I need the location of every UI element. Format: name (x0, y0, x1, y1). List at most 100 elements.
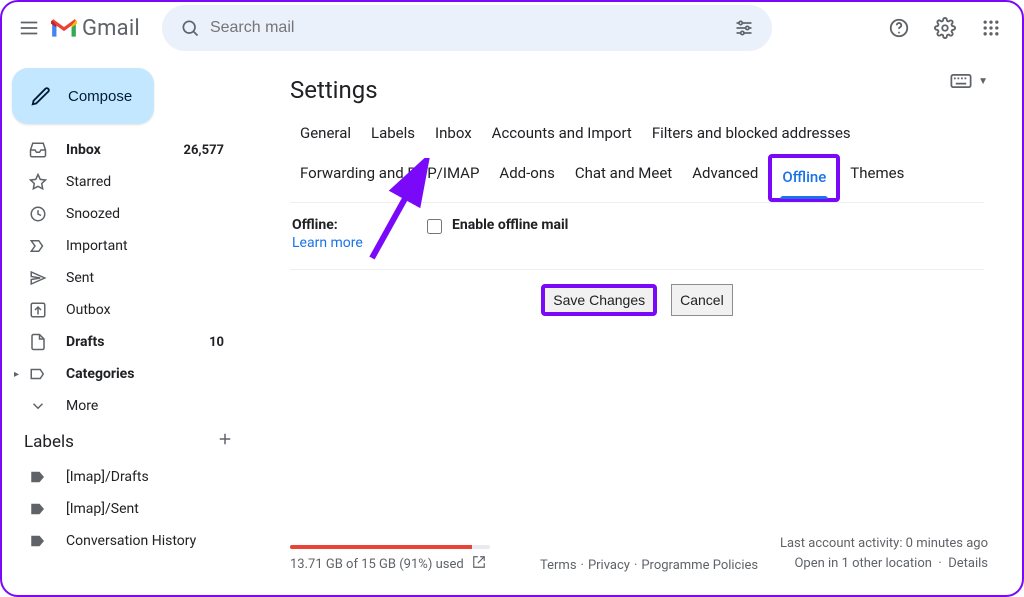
settings-tabs: GeneralLabelsInboxAccounts and ImportFil… (290, 114, 984, 203)
star-icon (28, 173, 48, 191)
sidebar-item-label: Starred (66, 174, 224, 190)
add-label-button[interactable] (216, 430, 234, 453)
tab-add-ons[interactable]: Add-ons (489, 154, 564, 202)
tab-offline[interactable]: Offline (768, 154, 840, 202)
activity-details-link[interactable]: Details (948, 556, 988, 571)
sidebar-item-count: 10 (209, 335, 224, 350)
category-icon (28, 365, 48, 383)
search-input[interactable] (210, 19, 724, 37)
footer-link-privacy[interactable]: Privacy (588, 558, 630, 573)
tab-labels[interactable]: Labels (361, 114, 425, 154)
inbox-icon (28, 141, 48, 159)
sidebar-item-label: Drafts (66, 334, 209, 350)
header-actions (878, 7, 1012, 49)
sidebar-item-count: 26,577 (184, 143, 225, 158)
app-header: Gmail (2, 2, 1022, 54)
sidebar-item-more[interactable]: More (2, 390, 242, 422)
tab-advanced[interactable]: Advanced (682, 154, 768, 202)
tab-general[interactable]: General (290, 114, 361, 154)
gmail-logo[interactable]: Gmail (50, 16, 140, 41)
pencil-icon (30, 85, 52, 107)
offline-section: Offline: Learn more Enable offline mail (290, 203, 984, 270)
sidebar-item-label: Snoozed (66, 206, 224, 222)
compose-button[interactable]: Compose (12, 68, 154, 124)
sidebar-item-inbox[interactable]: Inbox26,577 (2, 134, 242, 166)
label-item[interactable]: Conversation History (2, 525, 242, 557)
apps-grid-icon (981, 18, 1001, 38)
page-title: Settings (290, 76, 984, 104)
sidebar-item-snoozed[interactable]: Snoozed (2, 198, 242, 230)
search-bar[interactable] (162, 5, 772, 51)
enable-offline-checkbox[interactable] (427, 219, 442, 234)
sidebar-item-label: More (66, 398, 224, 414)
labels-title: Labels (24, 432, 74, 452)
chevron-down-icon: ▼ (978, 76, 988, 87)
sidebar-item-label: Important (66, 238, 224, 254)
main-panel: ▼ Settings GeneralLabelsInboxAccounts an… (262, 58, 1012, 585)
send-icon (28, 269, 48, 287)
settings-button[interactable] (924, 7, 966, 49)
open-locations-link[interactable]: Open in 1 other location (794, 556, 931, 571)
storage-meter: 13.71 GB of 15 GB (91%) used (290, 545, 530, 573)
sidebar-item-label: Categories (66, 366, 224, 382)
search-button[interactable] (170, 8, 210, 48)
support-button[interactable] (878, 7, 920, 49)
outbox-icon (28, 301, 48, 319)
tag-icon (28, 468, 48, 486)
more-icon (28, 397, 48, 415)
enable-offline-label[interactable]: Enable offline mail (452, 217, 568, 233)
gear-icon (934, 17, 956, 39)
tune-icon (734, 18, 754, 38)
policy-links: Terms · Privacy · Programme Policies (540, 558, 780, 573)
footer-link-programme-policies[interactable]: Programme Policies (641, 558, 758, 573)
footer: 13.71 GB of 15 GB (91%) used Terms · Pri… (290, 534, 988, 573)
label-item[interactable]: [Imap]/Drafts (2, 461, 242, 493)
sidebar-item-sent[interactable]: Sent (2, 262, 242, 294)
plus-icon (216, 430, 234, 448)
google-apps-button[interactable] (970, 7, 1012, 49)
search-options-button[interactable] (724, 8, 764, 48)
manage-storage-link[interactable] (472, 555, 486, 573)
clock-icon (28, 205, 48, 223)
labels-header: Labels (2, 422, 254, 457)
tag-icon (28, 500, 48, 518)
sidebar-item-starred[interactable]: Starred (2, 166, 242, 198)
tab-chat-and-meet[interactable]: Chat and Meet (565, 154, 682, 202)
search-icon (180, 18, 200, 38)
sidebar-item-label: Outbox (66, 302, 224, 318)
folder-list: Inbox26,577 Starred Snoozed Important Sent Ou… (2, 134, 254, 422)
tab-inbox[interactable]: Inbox (425, 114, 482, 154)
sidebar-item-important[interactable]: Important (2, 230, 242, 262)
main-menu-button[interactable] (8, 7, 50, 49)
tab-forwarding-and-pop-imap[interactable]: Forwarding and POP/IMAP (290, 154, 489, 202)
sidebar-item-drafts[interactable]: Drafts10 (2, 326, 242, 358)
gmail-icon (50, 17, 78, 39)
tag-icon (28, 532, 48, 550)
activity-line: Last account activity: 0 minutes ago (780, 534, 988, 554)
label-item[interactable]: [Imap]/Sent (2, 493, 242, 525)
open-in-new-icon (472, 555, 486, 569)
save-changes-button[interactable]: Save Changes (541, 284, 657, 316)
compose-label: Compose (68, 88, 132, 105)
sidebar: Compose Inbox26,577 Starred Snoozed Importa… (2, 54, 254, 595)
tab-accounts-and-import[interactable]: Accounts and Import (482, 114, 642, 154)
storage-text: 13.71 GB of 15 GB (91%) used (290, 557, 464, 572)
help-icon (888, 17, 910, 39)
hamburger-icon (18, 17, 40, 39)
sidebar-item-outbox[interactable]: Outbox (2, 294, 242, 326)
sidebar-item-label: Sent (66, 270, 224, 286)
product-name: Gmail (82, 16, 140, 41)
label-list: [Imap]/Drafts [Imap]/Sent Conversation His… (2, 461, 254, 557)
sidebar-item-categories[interactable]: ▸ Categories (2, 358, 242, 390)
caret-icon: ▸ (14, 369, 28, 380)
tab-filters-and-blocked-addresses[interactable]: Filters and blocked addresses (642, 114, 861, 154)
label-name: [Imap]/Sent (66, 501, 224, 517)
cancel-button[interactable]: Cancel (671, 284, 733, 316)
sidebar-item-label: Inbox (66, 142, 184, 158)
footer-link-terms[interactable]: Terms (540, 558, 577, 573)
important-icon (28, 237, 48, 255)
draft-icon (28, 333, 48, 351)
tab-themes[interactable]: Themes (840, 154, 914, 202)
learn-more-link[interactable]: Learn more (292, 235, 363, 251)
input-tools-button[interactable]: ▼ (950, 74, 988, 88)
